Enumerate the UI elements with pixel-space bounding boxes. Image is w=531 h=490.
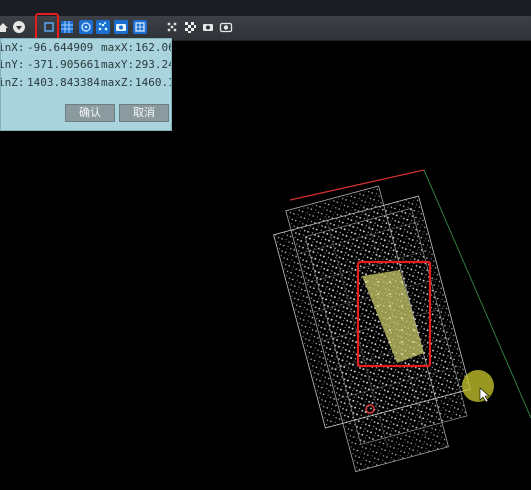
- window-top-strip: [0, 0, 531, 16]
- target-icon[interactable]: [79, 20, 93, 34]
- camera-outline-icon[interactable]: [219, 20, 233, 34]
- dots-icon[interactable]: [165, 20, 179, 34]
- point-cloud-viewport[interactable]: [0, 40, 531, 490]
- circle-down-icon[interactable]: [12, 20, 26, 34]
- scatter-icon[interactable]: [96, 20, 110, 34]
- home-icon[interactable]: [0, 20, 10, 34]
- brush-cursor-highlight: [462, 370, 494, 402]
- camera-small-icon[interactable]: [201, 20, 215, 34]
- frame-icon[interactable]: [133, 20, 147, 34]
- grid-icon[interactable]: [60, 20, 74, 34]
- camera-icon[interactable]: [114, 20, 128, 34]
- point-cloud: [273, 185, 471, 473]
- checker-icon[interactable]: [183, 20, 197, 34]
